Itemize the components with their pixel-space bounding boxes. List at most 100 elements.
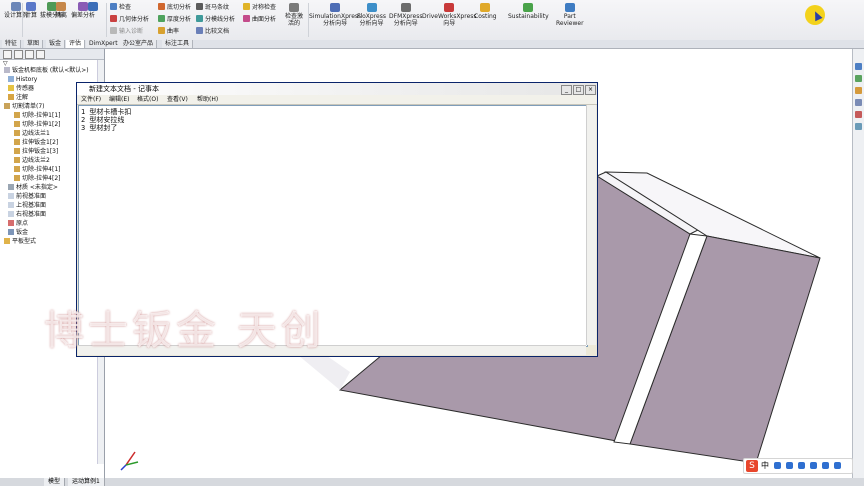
config-manager-icon[interactable] — [25, 50, 34, 59]
emoji-icon[interactable] — [786, 462, 793, 469]
ribbon-divider — [106, 3, 107, 37]
tree-root-part[interactable]: 钣金机柜底板 (默认<默认>) — [4, 67, 89, 75]
tree-item-cut-extrude-4-1[interactable]: 切除-拉伸4[1] — [14, 166, 60, 174]
appearances-icon[interactable] — [855, 111, 862, 118]
thickness-analysis-button[interactable]: 厚度分析 — [158, 15, 191, 23]
tree-toolbar — [0, 49, 104, 60]
resources-icon[interactable] — [855, 63, 862, 70]
isolate-icon — [56, 2, 66, 11]
sensor-icon — [8, 85, 14, 91]
calc-icon — [26, 2, 36, 11]
view-palette-icon[interactable] — [855, 99, 862, 106]
tree-item-cut-extrude-1-1[interactable]: 切除-拉伸1[1] — [14, 112, 60, 120]
import-diagnostics-button[interactable]: 输入诊断 — [110, 27, 143, 35]
punctuation-icon[interactable] — [774, 462, 781, 469]
tab-features[interactable]: 特征 — [2, 40, 22, 48]
curvature-button[interactable]: 曲率 — [158, 27, 179, 35]
tree-item-origin[interactable]: 原点 — [8, 220, 28, 228]
calc-button[interactable]: 计算 — [25, 2, 37, 19]
check-active-icon — [289, 3, 299, 12]
feature-tree-icon[interactable] — [3, 50, 12, 59]
menu-file[interactable]: 文件(F) — [81, 96, 101, 103]
tree-item-edge-flange-1[interactable]: 边线法兰1 — [14, 130, 50, 138]
notepad-vertical-scrollbar[interactable] — [586, 105, 596, 345]
plane-icon — [8, 202, 14, 208]
tab-markup[interactable]: 标注工具 — [162, 40, 194, 48]
dimxpert-manager-icon[interactable] — [36, 50, 45, 59]
tree-item-cut-list[interactable]: 切割清单(7) — [4, 103, 45, 111]
addin-part-reviewer[interactable]: Part Reviewer — [556, 3, 584, 27]
command-manager-tabs: 特征 草图 钣金 评估 DimXpert 办公室产品 标注工具 — [0, 40, 864, 49]
tab-motion-study-1[interactable]: 运动算例1 — [68, 478, 105, 486]
tree-item-annotations[interactable]: 注解 — [8, 94, 28, 102]
custom-props-icon[interactable] — [855, 123, 862, 130]
isolate-button[interactable]: 隔离 — [55, 2, 67, 19]
addin-floxpress[interactable]: FloXpress 分析向导 — [357, 3, 386, 27]
maximize-button[interactable]: □ — [573, 85, 584, 95]
tree-item-sheet-metal[interactable]: 钣金 — [8, 229, 28, 237]
cut-list-icon — [4, 103, 10, 109]
addin-simulationxpress[interactable]: SimulationXpress 分析向导 — [309, 3, 361, 27]
body-icon — [14, 148, 20, 154]
tab-sheet-metal[interactable]: 钣金 — [46, 40, 66, 48]
tree-item-material[interactable]: 材质 <未指定> — [8, 184, 58, 192]
tree-item-front-plane[interactable]: 前视基准面 — [8, 193, 46, 201]
text-line-2: 2 型材安拉线 — [81, 116, 125, 124]
check-active-button[interactable]: 检查激活的 — [284, 3, 304, 27]
keyboard-icon[interactable] — [810, 462, 817, 469]
tab-dimxpert[interactable]: DimXpert — [86, 40, 122, 48]
tree-item-sensors[interactable]: 传感器 — [8, 85, 34, 93]
file-explorer-icon[interactable] — [855, 87, 862, 94]
compare-docs-button[interactable]: 比较文档 — [196, 27, 229, 35]
zebra-stripes-button[interactable]: 斑马条纹 — [196, 3, 229, 11]
surface-analysis-button[interactable]: 曲面分析 — [243, 15, 276, 23]
property-manager-icon[interactable] — [14, 50, 23, 59]
tree-item-flat-pattern[interactable]: 平板型式 — [4, 238, 36, 246]
skin-icon[interactable] — [822, 462, 829, 469]
zebra-icon — [196, 3, 203, 10]
undercut-analysis-button[interactable]: 底切分析 — [158, 3, 191, 11]
notepad-title-bar[interactable]: 新建文本文档 - 记事本 _ □ × — [77, 83, 597, 95]
tab-office-products[interactable]: 办公室产品 — [120, 40, 158, 48]
menu-format[interactable]: 格式(O) — [137, 96, 158, 103]
tree-item-right-plane[interactable]: 右视基准面 — [8, 211, 46, 219]
menu-view[interactable]: 查看(V) — [167, 96, 188, 103]
tree-item-base-flange-3[interactable]: 拉伸钣金1[3] — [14, 148, 58, 156]
addin-driveworksxpress[interactable]: DriveWorksXpress 向导 — [422, 3, 477, 27]
menu-edit[interactable]: 编辑(E) — [109, 96, 129, 103]
parting-line-button[interactable]: 分模线分析 — [196, 15, 235, 23]
tree-item-top-plane[interactable]: 上视基准面 — [8, 202, 46, 210]
menu-help[interactable]: 帮助(H) — [197, 96, 218, 103]
sogou-logo-icon[interactable]: S — [746, 460, 758, 472]
tree-item-cut-extrude-4-2[interactable]: 切除-拉伸4[2] — [14, 175, 60, 183]
addin-dfmxpress[interactable]: DFMXpress 分析向导 — [389, 3, 422, 27]
geometry-analysis-button[interactable]: 几何体分析 — [110, 15, 149, 23]
addin-sustainability[interactable]: Sustainability — [508, 3, 549, 20]
body-icon — [14, 166, 20, 172]
body-icon — [14, 112, 20, 118]
ime-language[interactable]: 中 — [761, 461, 769, 471]
tree-item-cut-extrude-1-2[interactable]: 切除-拉伸1[2] — [14, 121, 60, 129]
design-library-icon[interactable] — [855, 75, 862, 82]
tree-item-edge-flange-2[interactable]: 边线法兰2 — [14, 157, 50, 165]
addin-costing[interactable]: Costing — [474, 3, 497, 20]
microphone-icon[interactable] — [798, 462, 805, 469]
check-button[interactable]: 检查 — [110, 3, 131, 11]
minimize-button[interactable]: _ — [561, 85, 572, 95]
misc-eval-button[interactable] — [88, 2, 98, 12]
task-pane — [852, 49, 864, 478]
close-button[interactable]: × — [585, 85, 596, 95]
ime-toolbar[interactable]: S 中 — [743, 458, 853, 474]
tab-model[interactable]: 模型 — [44, 478, 66, 486]
thickness-icon — [158, 15, 165, 22]
tab-sketch[interactable]: 草图 — [24, 40, 44, 48]
symmetry-icon — [243, 3, 250, 10]
toolbox-icon[interactable] — [834, 462, 841, 469]
tree-item-history[interactable]: History — [8, 76, 37, 84]
tab-evaluate[interactable]: 评估 — [66, 40, 86, 48]
deviation-icon — [78, 2, 88, 11]
symmetry-check-button[interactable]: 对称检查 — [243, 3, 276, 11]
costing-icon — [480, 3, 491, 12]
tree-item-base-flange-2[interactable]: 拉伸钣金1[2] — [14, 139, 58, 147]
notepad-menu-bar: 文件(F) 编辑(E) 格式(O) 查看(V) 帮助(H) — [77, 95, 597, 105]
